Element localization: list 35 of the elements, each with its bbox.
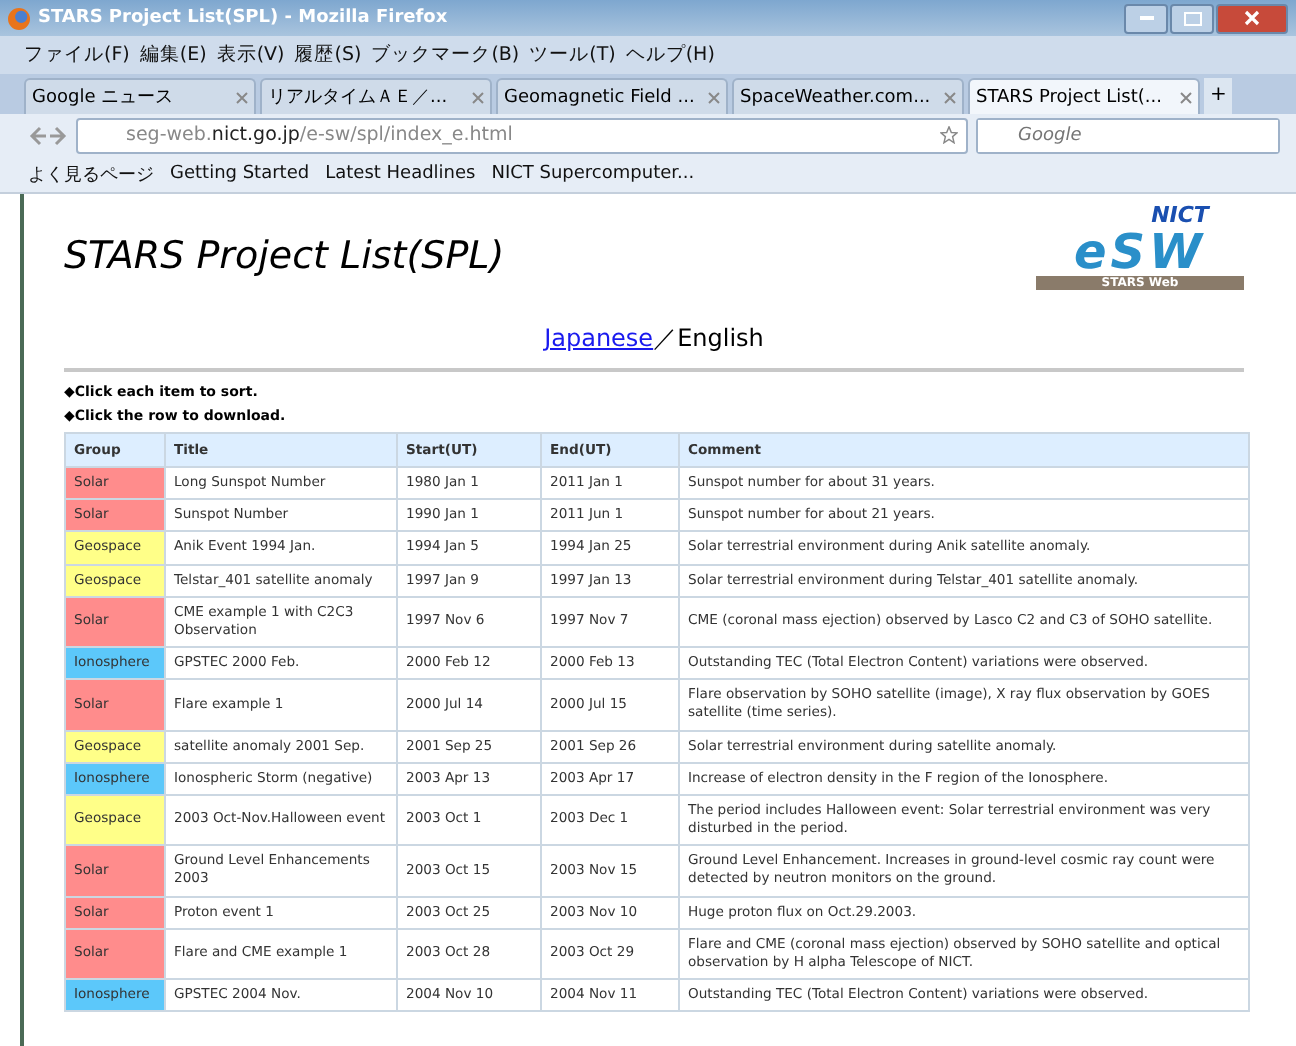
bookmark-item[interactable]: Latest Headlines: [325, 164, 476, 184]
search-field[interactable]: Google: [976, 117, 1280, 153]
close-icon: [1244, 10, 1260, 26]
menu-item[interactable]: 編集(E): [139, 42, 207, 68]
close-tab-icon[interactable]: [1180, 91, 1192, 103]
menu-item[interactable]: 履歴(S): [294, 42, 362, 68]
address-field[interactable]: seg-web.nict.go.jp/e-sw/spl/index_e.html: [76, 117, 968, 153]
browser-tab[interactable]: リアルタイムＡＥ／...: [260, 78, 492, 114]
browser-tab[interactable]: SpaceWeather.com...: [732, 78, 964, 114]
close-tab-icon[interactable]: [236, 91, 248, 103]
bookmark-item[interactable]: よく見るページ: [28, 161, 154, 187]
bookmark-item[interactable]: NICT Supercomputer...: [491, 164, 695, 184]
minimize-button[interactable]: [1124, 3, 1168, 33]
maximize-button[interactable]: [1170, 3, 1214, 33]
page-title: STARS Project List(SPL): [64, 234, 505, 278]
bookmark-item[interactable]: Getting Started: [170, 164, 310, 184]
new-tab-button[interactable]: +: [1204, 78, 1233, 114]
menu-item[interactable]: ヘルプ(H): [625, 42, 715, 68]
menu-item[interactable]: ブックマーク(B): [371, 42, 520, 68]
language-link[interactable]: Japanese: [544, 324, 654, 352]
window-title: STARS Project List(SPL) - Mozilla Firefox: [38, 8, 450, 28]
language-separator: ／: [653, 324, 678, 352]
browser-tab[interactable]: Geomagnetic Field ...: [496, 78, 728, 114]
menu-item[interactable]: ツール(T): [529, 42, 616, 68]
close-tab-icon[interactable]: [472, 91, 484, 103]
browser-tab[interactable]: STARS Project List(...: [968, 78, 1200, 114]
browser-tab[interactable]: Google ニュース: [24, 78, 256, 114]
close-tab-icon[interactable]: [944, 91, 956, 103]
close-button[interactable]: [1216, 3, 1288, 33]
close-tab-icon[interactable]: [708, 91, 720, 103]
browser-logo-icon: [8, 7, 30, 29]
menu-item[interactable]: ファイル(F): [24, 42, 130, 68]
current-language: English: [677, 324, 764, 352]
bookmark-star-icon[interactable]: [940, 126, 958, 144]
menu-item[interactable]: 表示(V): [216, 42, 285, 68]
